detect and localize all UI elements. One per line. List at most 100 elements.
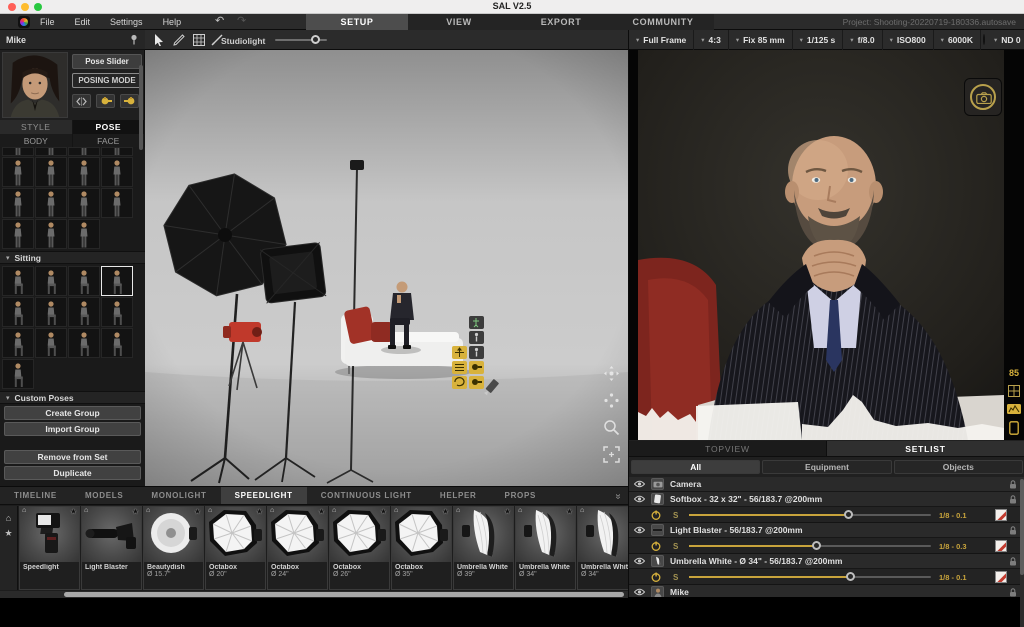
tab-models[interactable]: MODELS [71,487,137,504]
equipment-card-octabox[interactable]: ⌂★OctaboxØ 35" [391,506,452,590]
tab-props[interactable]: PROPS [491,487,551,504]
pose-thumbnail[interactable] [35,328,67,358]
pose-thumbnail[interactable] [68,188,100,218]
pencil-tool-icon[interactable] [171,33,187,47]
favorite-star-icon[interactable]: ★ [132,507,139,516]
equipment-card-light-blaster[interactable]: ⌂★Light Blaster [81,506,142,590]
pose-thumbnail[interactable] [101,157,133,187]
power-slider-knob[interactable] [812,541,821,550]
histogram-toggle-icon[interactable] [1007,404,1021,414]
power-slider[interactable] [689,576,931,578]
lock-icon[interactable] [1009,588,1017,597]
tab-monolight[interactable]: MONOLIGHT [137,487,220,504]
tab-setup[interactable]: SETUP [306,14,408,30]
pose-thumbnail[interactable] [68,266,100,296]
pose-list-scrollbar[interactable] [139,65,143,150]
equipment-scrollbar-thumb[interactable] [64,592,624,597]
camera-preview[interactable] [629,50,1024,440]
menu-item-file[interactable]: File [40,17,55,27]
pose-thumbnail[interactable] [2,219,34,249]
pose-thumbnail[interactable] [101,188,133,218]
filter-all[interactable]: All [631,460,760,474]
import-group-button[interactable]: Import Group [4,422,141,436]
setlist-row[interactable]: Softbox - 32 x 32" - 56/183.7 @200mm [629,492,1021,507]
tab-body[interactable]: BODY [0,134,73,147]
visibility-eye-icon[interactable] [634,480,645,488]
tab-community[interactable]: COMMUNITY [612,14,714,30]
pose-thumbnail[interactable] [101,266,133,296]
mirror-pose-icon[interactable] [72,94,91,108]
power-slider-knob[interactable] [844,510,853,519]
pose-thumbnail[interactable] [101,297,133,327]
equipment-card-speedlight[interactable]: ⌂★Speedlight [19,506,80,590]
pose-thumbnail[interactable] [2,328,34,358]
duplicate-button[interactable]: Duplicate [4,466,141,480]
equipment-card-umbrella-white[interactable]: ⌂★Umbrella WhiteØ 39" [453,506,514,590]
hand-pose-right-icon[interactable] [120,94,139,108]
select-tool-icon[interactable] [151,33,167,47]
lock-icon[interactable] [1009,557,1017,566]
pose-thumbnail[interactable] [68,157,100,187]
visibility-eye-icon[interactable] [634,557,645,565]
tab-style[interactable]: STYLE [0,120,73,134]
lock-icon[interactable] [1009,526,1017,535]
favorite-star-icon[interactable]: ★ [256,507,263,516]
visibility-eye-icon[interactable] [634,495,645,503]
zoom-icon[interactable] [603,419,620,436]
power-toggle-icon[interactable] [651,510,661,520]
custom-poses-section-header[interactable]: ▾Custom Poses [0,391,145,404]
gel-filter-icon[interactable] [995,540,1007,552]
lock-icon[interactable] [1009,495,1017,504]
tab-continuous-light[interactable]: CONTINUOUS LIGHT [307,487,426,504]
pose-thumbnail[interactable] [2,297,34,327]
pose-thumbnail[interactable] [68,147,100,156]
pose-thumbnail[interactable] [35,157,67,187]
pose-thumbnail[interactable] [35,219,67,249]
pose-thumbnail[interactable] [68,219,100,249]
setlist-row[interactable]: Umbrella White - Ø 34" - 56/183.7 @200mm [629,554,1021,569]
pose-thumbnail[interactable] [2,147,34,156]
white-balance-color-icon[interactable] [983,34,985,45]
setlist-row[interactable]: Light Blaster - 56/183.7 @200mm [629,523,1021,538]
menu-item-help[interactable]: Help [163,17,182,27]
setlist-row[interactable]: Camera [629,477,1021,492]
tab-export[interactable]: EXPORT [510,14,612,30]
remove-from-set-button[interactable]: Remove from Set [4,450,141,464]
tab-helper[interactable]: HELPER [426,487,491,504]
pose-thumbnail[interactable] [2,359,34,389]
hand-pose-left-icon[interactable] [96,94,115,108]
camera-setting-4-3[interactable]: ▾4:3 [694,30,729,50]
home-filter-icon[interactable]: ⌂ [6,514,11,523]
pose-thumbnail[interactable] [101,328,133,358]
equipment-card-umbrella-white[interactable]: ⌂★Umbrella WhiteØ 34" [515,506,576,590]
setlist-row[interactable]: Mike [629,585,1021,597]
filter-equipment[interactable]: Equipment [762,460,891,474]
equipment-card-umbrella-white[interactable]: ⌂★Umbrella WhiteØ 34" [577,506,628,590]
camera-setting-nd-0[interactable]: ▾ND 0 [987,30,1024,50]
pose-thumbnail[interactable] [35,147,67,156]
app-logo-icon[interactable] [18,16,30,28]
orientation-icon[interactable] [1009,421,1019,435]
tab-topview[interactable]: TOPVIEW [629,441,827,457]
favorite-star-icon[interactable]: ★ [504,507,511,516]
take-photo-button[interactable] [964,78,1002,116]
pose-thumbnail[interactable] [68,328,100,358]
visibility-eye-icon[interactable] [634,526,645,534]
avatar[interactable] [2,52,68,118]
favorites-filter-icon[interactable]: ★ [4,529,12,538]
equipment-card-octabox[interactable]: ⌂★OctaboxØ 26" [329,506,390,590]
tab-pose[interactable]: POSE [73,120,146,134]
visibility-eye-icon[interactable] [634,588,645,596]
grid-tool-icon[interactable] [191,33,207,47]
favorite-star-icon[interactable]: ★ [566,507,573,516]
tab-setlist[interactable]: SETLIST [827,441,1024,457]
orbit-icon[interactable] [603,365,620,382]
favorite-star-icon[interactable]: ★ [380,507,387,516]
setlist-scrollbar[interactable] [1020,477,1024,627]
power-slider-knob[interactable] [846,572,855,581]
pin-icon[interactable] [129,34,139,45]
tab-face[interactable]: FACE [73,134,146,147]
camera-setting-6000k[interactable]: ▾6000K [934,30,981,50]
frame-focus-icon[interactable] [603,446,620,463]
menu-item-settings[interactable]: Settings [110,17,143,27]
